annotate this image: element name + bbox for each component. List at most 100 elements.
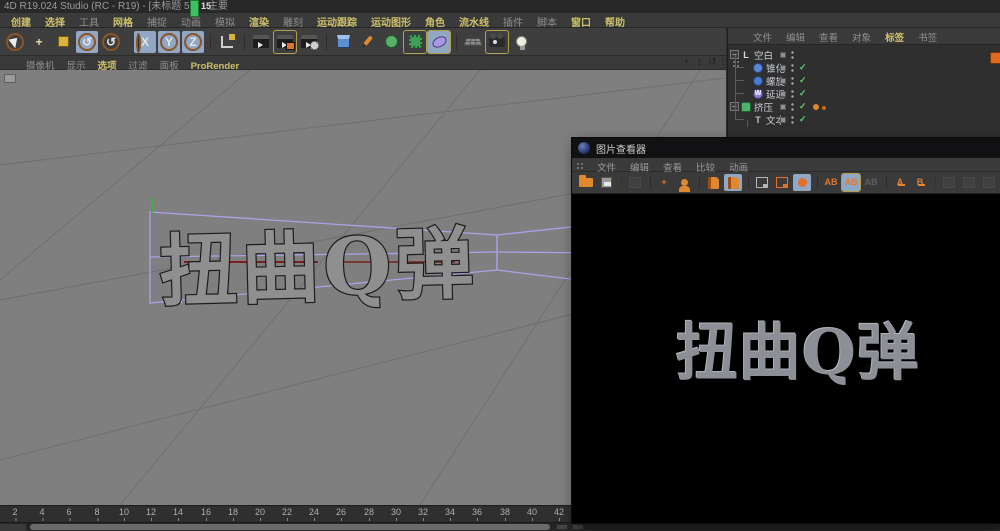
timeline-playhead-label: 15 [201, 1, 212, 11]
extra-option-2-icon[interactable] [960, 174, 978, 191]
extra-option-3-icon[interactable] [980, 174, 998, 191]
move-tool-icon[interactable]: + [28, 31, 50, 53]
visibility-dots-icon[interactable] [791, 63, 794, 72]
c4d-logo-icon [578, 142, 590, 154]
viewport-wireframe-text[interactable]: 扭曲Q弹 [157, 217, 480, 319]
save-image-icon[interactable] [597, 174, 615, 191]
object-taper[interactable]: 锥化 [728, 61, 1000, 75]
layers-icon[interactable] [621, 174, 644, 191]
compare-ab-icon[interactable]: AB [817, 174, 840, 191]
vp-rotate-icon[interactable]: ↺ [706, 56, 719, 70]
timeline-tick: 4 [39, 507, 45, 521]
scrollbar-button[interactable] [572, 524, 584, 530]
object-extrude[interactable]: 挤压 [728, 100, 1000, 114]
timeline-tick: 12 [145, 507, 157, 521]
object-type-icon [741, 101, 751, 112]
layer-color-swatch[interactable] [780, 116, 786, 123]
zoom-region-icon[interactable] [793, 174, 811, 191]
scrollbar-button[interactable] [556, 524, 568, 530]
object-text[interactable]: T 文本 [728, 113, 1000, 127]
object-type-icon: W [753, 88, 763, 99]
add-spline-pen-icon[interactable] [356, 31, 378, 53]
pan-image-icon[interactable]: + [650, 174, 673, 191]
timeline-tick: 36 [471, 507, 483, 521]
add-floor-icon[interactable] [456, 31, 484, 53]
layer-color-swatch[interactable] [780, 77, 786, 84]
enabled-check-icon[interactable] [799, 75, 809, 86]
set-image-b-icon[interactable]: B [911, 174, 929, 191]
timeline-playhead[interactable] [190, 0, 199, 17]
scrollbar-thumb[interactable] [30, 524, 550, 530]
add-camera-icon[interactable] [485, 29, 509, 54]
render-view-icon[interactable] [244, 31, 272, 53]
visibility-dots-icon[interactable] [791, 115, 794, 124]
timeline-tick: 26 [335, 507, 347, 521]
compare-swap-icon[interactable]: AB [862, 174, 880, 191]
timeline-tick: 42 [553, 507, 565, 521]
enabled-check-icon[interactable] [799, 101, 809, 112]
timeline-tick: 2 [12, 507, 18, 521]
layer-color-swatch[interactable] [780, 90, 786, 97]
render-to-picture-viewer-icon[interactable] [273, 29, 297, 54]
set-image-a-icon[interactable]: A [886, 174, 909, 191]
timeline-tick: 8 [94, 507, 100, 521]
timeline-tick: 38 [499, 507, 511, 521]
window-title-bar: 4D R19.024 Studio (RC - R19) - [未标题 5 *]… [0, 0, 1000, 13]
viewport-corner-icon[interactable] [4, 74, 16, 83]
layer-color-swatch[interactable] [780, 103, 786, 110]
fold-single-icon[interactable] [699, 174, 722, 191]
dock-tag-icon[interactable] [990, 52, 1000, 64]
visibility-dots-icon[interactable] [791, 102, 794, 111]
object-tag-dots-icon[interactable] [813, 103, 819, 110]
navigator-icon[interactable] [675, 174, 693, 192]
picture-viewer-title-bar[interactable]: 图片查看器 [572, 138, 1000, 158]
object-delay[interactable]: W 延迟 [728, 87, 1000, 101]
extra-option-1-icon[interactable] [935, 174, 958, 191]
tree-connector [747, 120, 748, 127]
lock-x-axis-icon[interactable]: X [134, 30, 156, 53]
object-type-icon [753, 75, 763, 86]
last-used-tool-icon[interactable]: ↺ [100, 31, 122, 53]
vp-zoom-icon[interactable]: ↕ [693, 56, 706, 70]
live-selection-tool-icon[interactable] [4, 31, 26, 53]
timeline-tick: 22 [281, 507, 293, 521]
open-image-icon[interactable] [577, 174, 595, 191]
object-label: 空白 [754, 50, 774, 62]
zoom-fit-icon[interactable] [748, 174, 771, 191]
tree-connector [735, 55, 736, 107]
timeline-tick: 32 [417, 507, 429, 521]
picture-viewer-menu-bar: 文件 编辑 查看 比较 动画 [572, 158, 1000, 174]
horizontal-scrollbar[interactable] [0, 522, 1000, 531]
add-deformer-icon[interactable] [403, 29, 427, 54]
timeline-tick: 16 [200, 507, 212, 521]
add-field-icon[interactable] [427, 29, 451, 54]
layer-color-swatch[interactable] [780, 51, 786, 58]
scale-tool-icon[interactable] [52, 31, 74, 53]
visibility-dots-icon[interactable] [791, 89, 794, 98]
picture-viewer-canvas[interactable]: 扭曲Q弹 [572, 194, 1000, 523]
zoom-100-icon[interactable] [773, 174, 791, 191]
timeline-tick: 34 [444, 507, 456, 521]
visibility-dots-icon[interactable] [791, 50, 794, 59]
enabled-check-icon[interactable] [799, 62, 809, 73]
coordinate-system-icon[interactable] [210, 31, 238, 53]
rendered-image-text: 扭曲Q弹 [676, 316, 921, 389]
visibility-dots-icon[interactable] [791, 76, 794, 85]
add-light-icon[interactable] [510, 31, 532, 53]
object-label: 挤压 [754, 102, 774, 114]
compare-side-by-side-icon[interactable]: AB [841, 173, 861, 192]
render-settings-icon[interactable] [298, 31, 320, 53]
object-spiral[interactable]: 螺旋 [728, 74, 1000, 88]
timeline-tick: 24 [308, 507, 320, 521]
lock-z-axis-icon[interactable]: Z [182, 30, 204, 53]
fold-all-icon[interactable] [724, 174, 742, 191]
rotate-tool-icon[interactable]: ↺ [76, 30, 98, 53]
vp-pan-icon[interactable]: + [680, 56, 693, 70]
layer-color-swatch[interactable] [780, 64, 786, 71]
enabled-check-icon[interactable] [799, 88, 809, 99]
add-generator-icon[interactable] [380, 31, 402, 53]
add-cube-icon[interactable] [326, 31, 354, 53]
enabled-check-icon[interactable] [799, 114, 809, 125]
lock-y-axis-icon[interactable]: Y [158, 30, 180, 53]
object-null[interactable]: L 空白 [728, 48, 1000, 62]
